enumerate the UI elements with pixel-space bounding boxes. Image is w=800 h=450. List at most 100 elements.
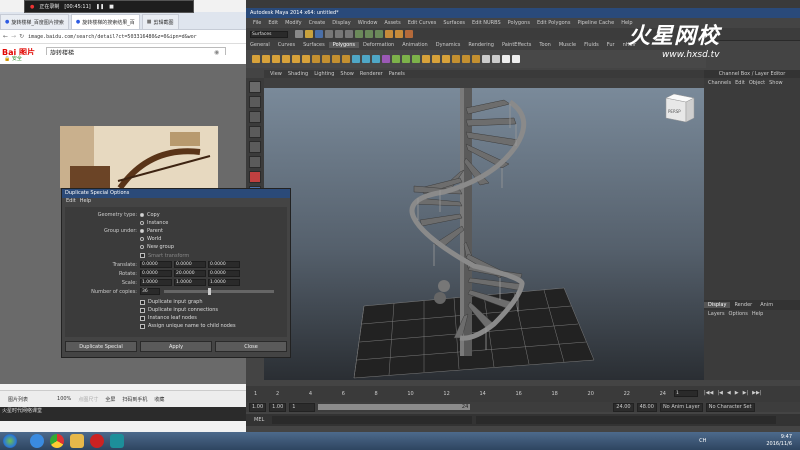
translate-x-field[interactable]: 0.0000 (140, 261, 172, 268)
insert-edge-loop-icon[interactable] (462, 55, 470, 63)
layer-tab-anim[interactable]: Anim (756, 302, 777, 308)
instance-leaf-nodes-checkbox[interactable] (140, 315, 145, 321)
range-current-field[interactable]: 1 (289, 402, 316, 412)
shelf-tab-fluids[interactable]: Fluids (580, 42, 603, 48)
layer-tab-render[interactable]: Render (730, 302, 756, 308)
shelf-tab-animation[interactable]: Animation (398, 42, 432, 48)
merge-icon[interactable] (482, 55, 490, 63)
view-cube[interactable] (665, 93, 695, 123)
select-object-icon[interactable] (335, 30, 343, 38)
current-frame-field[interactable]: 1 (674, 390, 698, 397)
ipr-render-icon[interactable] (395, 30, 403, 38)
shelf-tab-deformation[interactable]: Deformation (359, 42, 398, 48)
layer-tab-display[interactable]: Display (704, 302, 731, 308)
step-forward-icon[interactable]: ▶| (743, 390, 749, 396)
collect-button[interactable]: 收藏 (154, 396, 164, 403)
scale-z-field[interactable]: 1.0000 (208, 279, 240, 286)
panel-menu-show[interactable]: Show (340, 71, 354, 77)
cb-menu-channels[interactable]: Channels (708, 80, 731, 86)
move-tool-icon[interactable] (249, 126, 261, 138)
rotate-tool-icon[interactable] (249, 141, 261, 153)
pause-icon[interactable]: ❚❚ (96, 4, 104, 10)
scale-x-field[interactable]: 1.0000 (140, 279, 172, 286)
playback-start-field[interactable]: 1.00 (269, 402, 287, 412)
world-radio[interactable] (140, 237, 144, 241)
browser-tab-3[interactable]: ■ 剪辑截图 (141, 14, 179, 29)
extrude-icon[interactable] (422, 55, 430, 63)
mirror-icon[interactable] (412, 55, 420, 63)
play-back-icon[interactable]: ◀ (727, 390, 731, 396)
menu-create[interactable]: Create (309, 20, 326, 26)
dialog-menu-edit[interactable]: Edit (66, 198, 76, 205)
duplicate-special-button[interactable]: Duplicate Special (65, 341, 137, 352)
image-size-button[interactable]: 点图尺寸 (78, 396, 98, 403)
shelf-tab-muscle[interactable]: Muscle (555, 42, 580, 48)
scan-to-phone-button[interactable]: 扫码到手机 (122, 396, 147, 403)
command-input[interactable] (272, 416, 473, 424)
save-scene-icon[interactable] (315, 30, 323, 38)
snap-grid-icon[interactable] (355, 30, 363, 38)
poly-pyramid-icon[interactable] (322, 55, 330, 63)
shelf-tab-toon[interactable]: Toon (535, 42, 555, 48)
zoom-level[interactable]: 100% (57, 396, 71, 402)
rotate-z-field[interactable]: 0.0000 (208, 270, 240, 277)
duplicate-input-connections-checkbox[interactable] (140, 307, 145, 313)
copies-slider-handle[interactable] (208, 288, 211, 295)
panel-menu-renderer[interactable]: Renderer (360, 71, 383, 77)
cb-menu-object[interactable]: Object (749, 80, 765, 86)
copies-field[interactable]: 36 (140, 288, 160, 295)
time-slider[interactable]: 1 2 4 6 8 10 12 14 16 18 20 22 24 1 |◀◀ … (246, 386, 800, 402)
menu-edit-nurbs[interactable]: Edit NURBS (472, 20, 501, 26)
play-forward-icon[interactable]: ▶ (735, 390, 739, 396)
poly-prism-icon[interactable] (312, 55, 320, 63)
reduce-icon[interactable] (402, 55, 410, 63)
combine-icon[interactable] (352, 55, 360, 63)
boolean-icon[interactable] (382, 55, 390, 63)
panel-menu-panels[interactable]: Panels (389, 71, 405, 77)
poly-sphere-icon[interactable] (252, 55, 260, 63)
render-icon[interactable] (385, 30, 393, 38)
panel-menu-lighting[interactable]: Lighting (314, 71, 334, 77)
instance-radio[interactable] (140, 221, 144, 225)
split-icon[interactable] (452, 55, 460, 63)
duplicate-input-graph-checkbox[interactable] (140, 299, 145, 305)
select-hierarchy-icon[interactable] (325, 30, 333, 38)
forward-icon[interactable]: → (11, 33, 16, 40)
copies-slider[interactable] (164, 288, 274, 295)
assign-unique-name-checkbox[interactable] (140, 323, 145, 329)
menu-window[interactable]: Window (358, 20, 378, 26)
maya-icon[interactable] (110, 434, 124, 448)
chrome-icon[interactable] (50, 434, 64, 448)
poly-cone-icon[interactable] (282, 55, 290, 63)
shelf-tab-rendering[interactable]: Rendering (464, 42, 498, 48)
bridge-icon[interactable] (432, 55, 440, 63)
shelf-tab-dynamics[interactable]: Dynamics (432, 42, 465, 48)
menu-assets[interactable]: Assets (384, 20, 400, 26)
reload-icon[interactable]: ↻ (19, 33, 24, 40)
staircase-photo[interactable] (60, 126, 218, 188)
panel-menu-shading[interactable]: Shading (288, 71, 308, 77)
rotate-x-field[interactable]: 0.0000 (140, 270, 172, 277)
menu-edit-curves[interactable]: Edit Curves (408, 20, 437, 26)
ie-icon[interactable] (30, 434, 44, 448)
planar-map-icon[interactable] (512, 55, 520, 63)
copy-radio[interactable] (140, 213, 144, 217)
browser-tab-2[interactable]: ● 旋转楼梯的搜索结果_百 (70, 14, 140, 29)
scale-tool-icon[interactable] (249, 156, 261, 168)
shelf-tab-fur[interactable]: Fur (603, 42, 619, 48)
separate-icon[interactable] (362, 55, 370, 63)
folder-icon[interactable] (70, 434, 84, 448)
rotate-y-field[interactable]: 20.0000 (174, 270, 206, 277)
shelf-tab-surfaces[interactable]: Surfaces (299, 42, 329, 48)
dialog-menu-help[interactable]: Help (80, 198, 91, 205)
start-button-icon[interactable] (3, 434, 17, 448)
poly-pipe-icon[interactable] (332, 55, 340, 63)
shelf-tab-general[interactable]: General (246, 42, 274, 48)
lasso-tool-icon[interactable] (249, 96, 261, 108)
shelf-tab-polygons[interactable]: Polygons (328, 42, 359, 48)
new-group-radio[interactable] (140, 245, 144, 249)
image-list-button[interactable]: 图片列表 (8, 396, 28, 403)
language-indicator[interactable]: CH (699, 438, 706, 444)
panel-menu-view[interactable]: View (270, 71, 282, 77)
open-scene-icon[interactable] (305, 30, 313, 38)
